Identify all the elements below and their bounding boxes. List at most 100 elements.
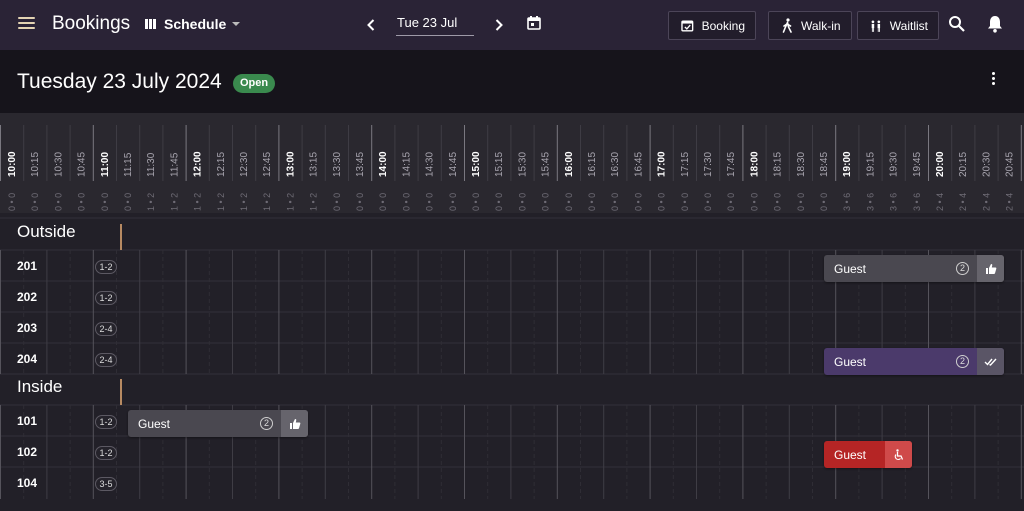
- search-icon: [949, 16, 965, 32]
- time-slot-label: 14:00: [378, 151, 389, 177]
- slot-covers-text: 0 • 0: [448, 193, 458, 211]
- slot-covers-text: 0 • 0: [773, 193, 783, 211]
- slot-covers-label: 0 • 0: [401, 193, 411, 211]
- columns-icon: [145, 19, 156, 29]
- slot-covers-text: 1 • 2: [169, 193, 179, 211]
- time-slot-text: 15:45: [541, 152, 552, 177]
- time-slot-label: 18:45: [819, 152, 830, 177]
- time-slot-text: 12:15: [216, 152, 227, 177]
- table-name-202: 202: [17, 290, 38, 304]
- slot-covers-text: 0 • 0: [7, 193, 17, 211]
- slot-covers-label: 3 • 6: [865, 193, 875, 211]
- calendar-button[interactable]: [527, 16, 543, 32]
- booking-card[interactable]: Guest 2: [824, 255, 1004, 282]
- time-slot-label: 20:45: [1005, 152, 1016, 177]
- chevron-right-icon: [495, 19, 503, 31]
- new-booking-label: Booking: [701, 18, 745, 33]
- slot-covers-label: 1 • 2: [169, 193, 179, 211]
- time-slot-text: 19:30: [889, 152, 900, 177]
- booking-status-button[interactable]: [885, 441, 912, 468]
- time-slot-text: 15:00: [471, 151, 482, 177]
- waitlist-label: Waitlist: [889, 18, 928, 33]
- time-slot-label: 16:15: [587, 152, 598, 177]
- slot-covers-text: 0 • 0: [541, 193, 551, 211]
- table-name-203: 203: [17, 321, 38, 335]
- date-field[interactable]: Tue 23 Jul: [396, 12, 474, 36]
- slot-covers-text: 0 • 0: [564, 193, 574, 211]
- table-name-102: 102: [17, 445, 38, 459]
- table-capacity-204: 2-4: [95, 353, 117, 367]
- day-header: Tuesday 23 July 2024: [0, 50, 1024, 113]
- next-day-button[interactable]: [489, 14, 509, 36]
- slot-covers-text: 1 • 2: [262, 193, 272, 211]
- time-slot-label: 15:45: [541, 152, 552, 177]
- menu-icon[interactable]: [18, 17, 35, 31]
- time-slot-label: 17:30: [703, 152, 714, 177]
- time-slot-text: 14:00: [378, 151, 389, 177]
- slot-covers-text: 0 • 0: [749, 193, 759, 211]
- more-options-button[interactable]: [988, 72, 998, 88]
- slot-covers-text: 0 • 0: [401, 193, 411, 211]
- time-slot-text: 18:00: [749, 151, 760, 177]
- time-slot-text: 10:30: [53, 152, 64, 177]
- booking-card[interactable]: Guest 2: [128, 410, 308, 437]
- time-slot-label: 10:00: [7, 151, 18, 177]
- booking-status-button[interactable]: [281, 410, 308, 437]
- walk-in-label: Walk-in: [801, 18, 841, 33]
- slot-covers-text: 0 • 0: [100, 193, 110, 211]
- time-slot-text: 20:45: [1005, 152, 1016, 177]
- booking-covers: 2: [956, 355, 969, 368]
- table-name-104: 104: [17, 476, 38, 490]
- slot-covers-text: 0 • 0: [610, 193, 620, 211]
- time-slot-label: 17:15: [680, 152, 691, 177]
- time-slot-text: 13:15: [309, 152, 320, 177]
- time-slot-text: 16:00: [564, 151, 575, 177]
- app-title: Bookings: [52, 13, 131, 34]
- time-slot-text: 16:45: [633, 152, 644, 177]
- slot-covers-label: 0 • 0: [77, 193, 87, 211]
- time-slot-label: 11:30: [146, 152, 157, 177]
- search-button[interactable]: [948, 15, 968, 35]
- time-slot-text: 17:00: [657, 151, 668, 177]
- zone-inside-label: Inside: [17, 377, 63, 396]
- more-vertical-icon: [988, 72, 998, 85]
- view-switcher[interactable]: Schedule: [145, 16, 241, 32]
- booking-status-button[interactable]: [977, 348, 1004, 375]
- new-booking-button[interactable]: Booking: [668, 11, 756, 40]
- notifications-button[interactable]: [987, 15, 1007, 35]
- table-name-204: 204: [17, 352, 38, 366]
- time-slot-text: 13:45: [355, 152, 366, 177]
- slot-covers-text: 2 • 4: [958, 193, 968, 211]
- time-slot-text: 11:30: [146, 152, 157, 177]
- time-slot-label: 15:30: [517, 152, 528, 177]
- slot-covers-text: 0 • 0: [123, 193, 133, 211]
- time-slot-label: 19:30: [889, 152, 900, 177]
- slot-covers-label: 1 • 2: [239, 193, 249, 211]
- time-slot-text: 10:00: [7, 151, 18, 177]
- time-slot-text: 17:15: [680, 152, 691, 177]
- slot-covers-label: 2 • 4: [1005, 193, 1015, 211]
- slot-covers-text: 0 • 0: [53, 193, 63, 211]
- slot-covers-label: 3 • 6: [842, 193, 852, 211]
- time-slot-text: 13:30: [332, 152, 343, 177]
- booking-status-button[interactable]: [977, 255, 1004, 282]
- slot-covers-label: 1 • 2: [216, 193, 226, 211]
- booking-card[interactable]: Guest: [824, 441, 912, 468]
- slot-covers-text: 1 • 2: [193, 193, 203, 211]
- time-slot-label: 12:30: [239, 152, 250, 177]
- page-title: Tuesday 23 July 2024: [17, 70, 222, 93]
- thumbs-up-icon: [985, 263, 996, 274]
- slot-covers-label: 3 • 6: [912, 193, 922, 211]
- time-slot-label: 12:00: [193, 151, 204, 177]
- slot-covers-label: 0 • 0: [425, 193, 435, 211]
- booking-guest-name: Guest: [834, 354, 867, 369]
- booking-card[interactable]: Guest 2: [824, 348, 1004, 375]
- walk-in-button[interactable]: Walk-in: [768, 11, 852, 40]
- slot-covers-label: 0 • 0: [355, 193, 365, 211]
- time-slot-text: 12:30: [239, 152, 250, 177]
- slot-covers-text: 0 • 0: [796, 193, 806, 211]
- zone-outside-label: Outside: [17, 222, 76, 241]
- slot-covers-label: 1 • 2: [309, 193, 319, 211]
- waitlist-button[interactable]: Waitlist: [857, 11, 939, 40]
- previous-day-button[interactable]: [361, 14, 381, 36]
